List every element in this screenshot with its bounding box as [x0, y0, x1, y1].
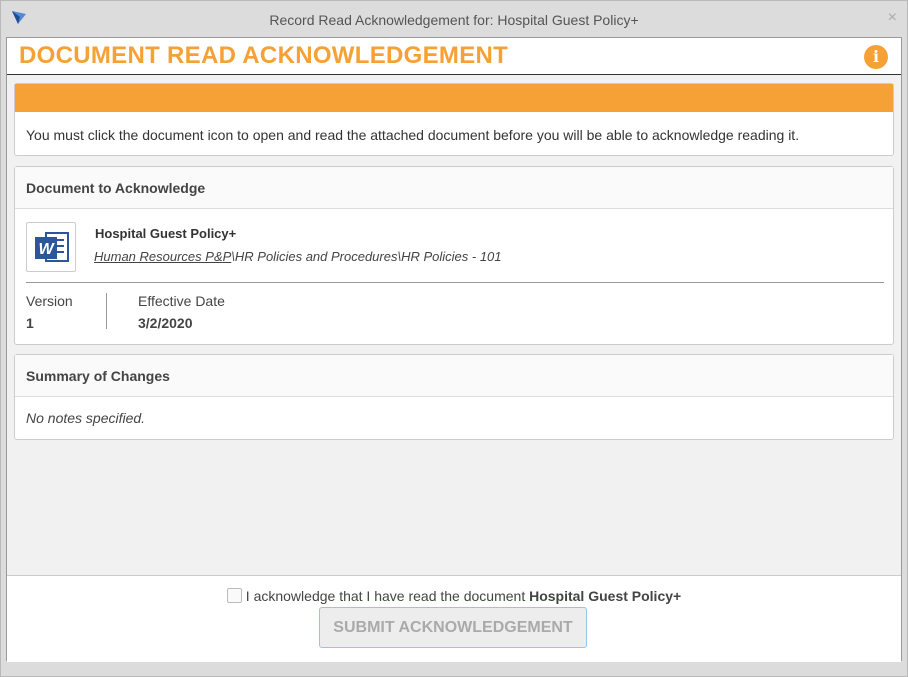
document-name: Hospital Guest Policy+ — [95, 226, 237, 241]
dialog-footer: I acknowledge that I have read the docum… — [7, 575, 901, 662]
meta-divider — [106, 293, 107, 329]
alert-panel: You must click the document icon to open… — [14, 83, 894, 156]
divider — [26, 282, 884, 283]
acknowledge-row: I acknowledge that I have read the docum… — [7, 588, 901, 604]
dialog-header: DOCUMENT READ ACKNOWLEDGEMENT i — [7, 38, 901, 75]
alert-bar — [15, 84, 893, 112]
effective-date-label: Effective Date — [138, 293, 225, 309]
info-icon[interactable]: i — [864, 45, 888, 69]
word-icon-letter: W — [38, 241, 55, 258]
summary-notes: No notes specified. — [26, 410, 146, 426]
summary-section-title: Summary of Changes — [15, 355, 893, 397]
document-section-title: Document to Acknowledge — [15, 167, 893, 209]
app-window: Record Read Acknowledgement for: Hospita… — [0, 0, 908, 677]
acknowledgement-dialog: DOCUMENT READ ACKNOWLEDGEMENT i You must… — [6, 37, 902, 662]
summary-panel: Summary of Changes No notes specified. — [14, 354, 894, 440]
close-icon[interactable]: × — [888, 10, 897, 26]
submit-acknowledgement-button[interactable]: SUBMIT ACKNOWLEDGEMENT — [319, 607, 587, 648]
window-titlebar: Record Read Acknowledgement for: Hospita… — [1, 1, 907, 37]
effective-date-value: 3/2/2020 — [138, 315, 193, 331]
document-path-link[interactable]: Human Resources P&P — [94, 249, 231, 264]
document-path-rest: \HR Policies and Procedures\HR Policies … — [231, 249, 502, 264]
version-value: 1 — [26, 315, 34, 331]
version-label: Version — [26, 293, 73, 309]
acknowledge-checkbox[interactable] — [226, 588, 242, 603]
document-panel: Document to Acknowledge W Hospital Guest… — [14, 166, 894, 345]
word-icon-graphic: W — [35, 232, 69, 262]
document-path: Human Resources P&P\HR Policies and Proc… — [94, 249, 502, 264]
acknowledge-label: I acknowledge that I have read the docum… — [245, 588, 526, 604]
window-title: Record Read Acknowledgement for: Hospita… — [269, 12, 639, 28]
dialog-title: DOCUMENT READ ACKNOWLEDGEMENT — [19, 42, 509, 69]
alert-message: You must click the document icon to open… — [26, 127, 800, 143]
acknowledge-document-name: Hospital Guest Policy+ — [529, 588, 682, 604]
word-document-icon[interactable]: W — [26, 222, 76, 272]
